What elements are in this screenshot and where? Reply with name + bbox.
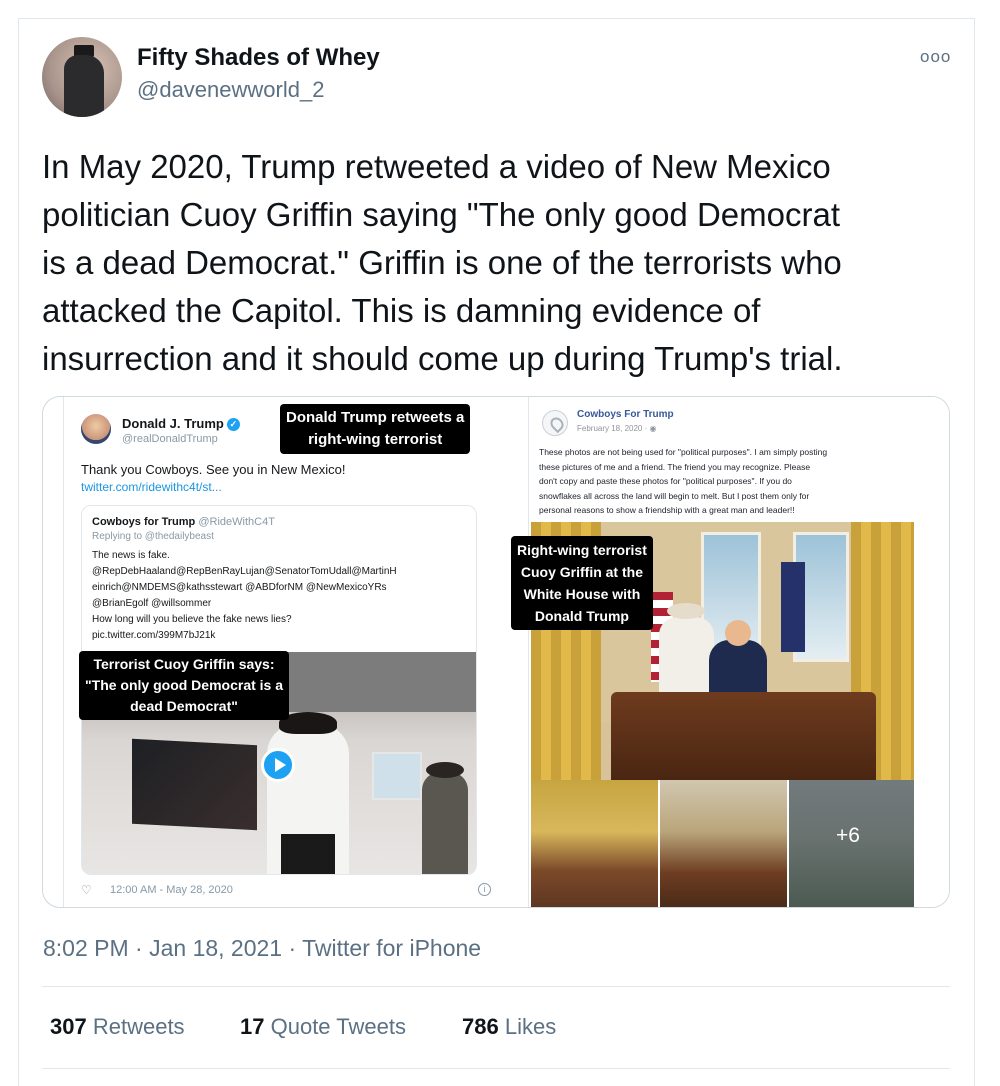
quoted-text-line: The news is fake. [92, 550, 170, 561]
legs-shape [281, 834, 335, 874]
retweets-count: 307 [50, 1014, 87, 1039]
screen-shape [132, 738, 257, 831]
seated-figure [709, 620, 767, 698]
quoted-text: The news is fake. @RepDebHaaland@RepBenR… [92, 548, 397, 644]
cowboy-figure [659, 603, 714, 697]
callout-line: Terrorist Cuoy Griffin says: [93, 656, 275, 672]
photo-thumbnail [660, 780, 787, 907]
tweet-text-line: In May 2020, Trump retweeted a video of … [42, 148, 831, 185]
callout-line: Right-wing terrorist [517, 542, 647, 558]
tweet-text-line: politician Cuoy Griffin saying "The only… [42, 196, 840, 233]
quoted-author-handle: @RideWithC4T [198, 516, 275, 528]
photo-thumbnail [531, 780, 658, 907]
more-photos-count: +6 [836, 824, 860, 847]
tweet-text-line: is a dead Democrat." Griffin is one of t… [42, 244, 842, 281]
desk-shape [611, 692, 876, 780]
divider [42, 986, 950, 987]
callout-line: dead Democrat" [130, 698, 238, 714]
retweets-stat[interactable]: 307 Retweets [50, 1014, 185, 1040]
author-display-name[interactable]: Fifty Shades of Whey [137, 44, 380, 72]
quoted-text-line: einrich@NMDEMS@kathsstewart @ABDforNM @N… [92, 582, 387, 593]
embedded-author-name-text: Donald J. Trump [122, 416, 224, 431]
callout-line: Donald Trump [534, 608, 629, 624]
callout-line: White House with [523, 586, 641, 602]
tweet-text-line: attacked the Capitol. This is damning ev… [42, 292, 761, 329]
facebook-post-line: These photos are not being used for "pol… [539, 447, 828, 457]
quote-tweets-label: Quote Tweets [270, 1014, 406, 1039]
globe-icon: ◉ [649, 424, 657, 433]
tweet-text-line: insurrection and it should come up durin… [42, 340, 843, 377]
facebook-post-text: These photos are not being used for "pol… [539, 445, 827, 518]
quoted-text-line: pic.twitter.com/399M7bJ21k [92, 630, 216, 641]
likes-count: 786 [462, 1014, 499, 1039]
embedded-tweet-link: twitter.com/ridewithc4t/st... [81, 480, 222, 494]
likes-stat[interactable]: 786 Likes [462, 1014, 556, 1040]
retweets-label: Retweets [92, 1014, 185, 1039]
facebook-post-line: these pictures of me and a friend. The f… [539, 461, 811, 472]
facebook-post-line: don't copy and paste these photos for "p… [539, 476, 792, 486]
embedded-tweet-text: Thank you Cowboys. See you in New Mexico… [81, 462, 346, 477]
divider [42, 1068, 950, 1069]
photo-thumbnails: +6 [531, 780, 914, 907]
tweet-media[interactable]: Donald J. Trump ✓ @realDonaldTrump Thank … [42, 396, 950, 908]
author-handle[interactable]: @davenewworld_2 [137, 77, 324, 103]
hat-shape [426, 762, 464, 778]
facebook-post-screenshot: Cowboys For Trump February 18, 2020 · ◉ … [531, 397, 949, 907]
embedded-author-name: Donald J. Trump ✓ [122, 416, 240, 431]
quoted-text-line: How long will you believe the fake news … [92, 614, 292, 625]
facebook-page-name: Cowboys For Trump [577, 409, 674, 420]
embedded-tweet-time: 12:00 AM - May 28, 2020 [110, 884, 233, 896]
play-icon [261, 748, 295, 782]
quoted-author-name: Cowboys for Trump [92, 516, 196, 528]
window-shape [372, 752, 422, 800]
tweet-text: In May 2020, Trump retweeted a video of … [42, 143, 957, 383]
facebook-post-date: February 18, 2020 · ◉ [577, 424, 656, 433]
callout-photo: Right-wing terrorist Cuoy Griffin at the… [511, 536, 653, 630]
tweet-timestamp[interactable]: 8:02 PM · Jan 18, 2021 · Twitter for iPh… [43, 935, 481, 962]
author-avatar[interactable] [42, 37, 122, 117]
facebook-post-date-text: February 18, 2020 · [577, 424, 650, 433]
quoted-author: Cowboys for Trump @RideWithC4T [92, 516, 275, 528]
embedded-author-handle: @realDonaldTrump [122, 433, 218, 445]
facebook-post-line: snowflakes all across the land will begi… [539, 490, 810, 501]
verified-badge-icon: ✓ [226, 418, 240, 431]
callout-line: Donald Trump retweets a [286, 409, 465, 426]
info-icon: i [478, 883, 491, 896]
facebook-post-line: personal reasons to show a friendship wi… [539, 505, 795, 515]
quote-tweets-count: 17 [240, 1014, 265, 1039]
callout-line: "The only good Democrat is a [85, 677, 284, 693]
callout-quote: Terrorist Cuoy Griffin says: "The only g… [79, 651, 290, 720]
bystander-figure [422, 762, 468, 874]
trump-avatar [81, 414, 111, 444]
callout-line: right-wing terrorist [308, 431, 443, 448]
quoted-text-line: @BrianEgolf @willsommer [92, 598, 212, 609]
flag-shape [781, 562, 805, 652]
likes-label: Likes [504, 1014, 557, 1039]
more-options-icon[interactable]: ooo [920, 48, 951, 65]
speaker-figure [267, 712, 349, 874]
shirt-shape [64, 55, 104, 117]
quoted-text-line: @RepDebHaaland@RepBenRayLujan@SenatorTom… [92, 566, 397, 577]
hat-shape [667, 603, 705, 619]
callout-retweet: Donald Trump retweets a right-wing terro… [280, 404, 471, 454]
heart-icon: ♡ [81, 883, 92, 897]
page-avatar-icon [542, 410, 568, 436]
callout-line: Cuoy Griffin at the [520, 564, 643, 580]
head-shape [725, 620, 751, 646]
quoted-replying-to: Replying to @thedailybeast [92, 531, 214, 542]
quote-tweets-stat[interactable]: 17 Quote Tweets [240, 1014, 406, 1040]
